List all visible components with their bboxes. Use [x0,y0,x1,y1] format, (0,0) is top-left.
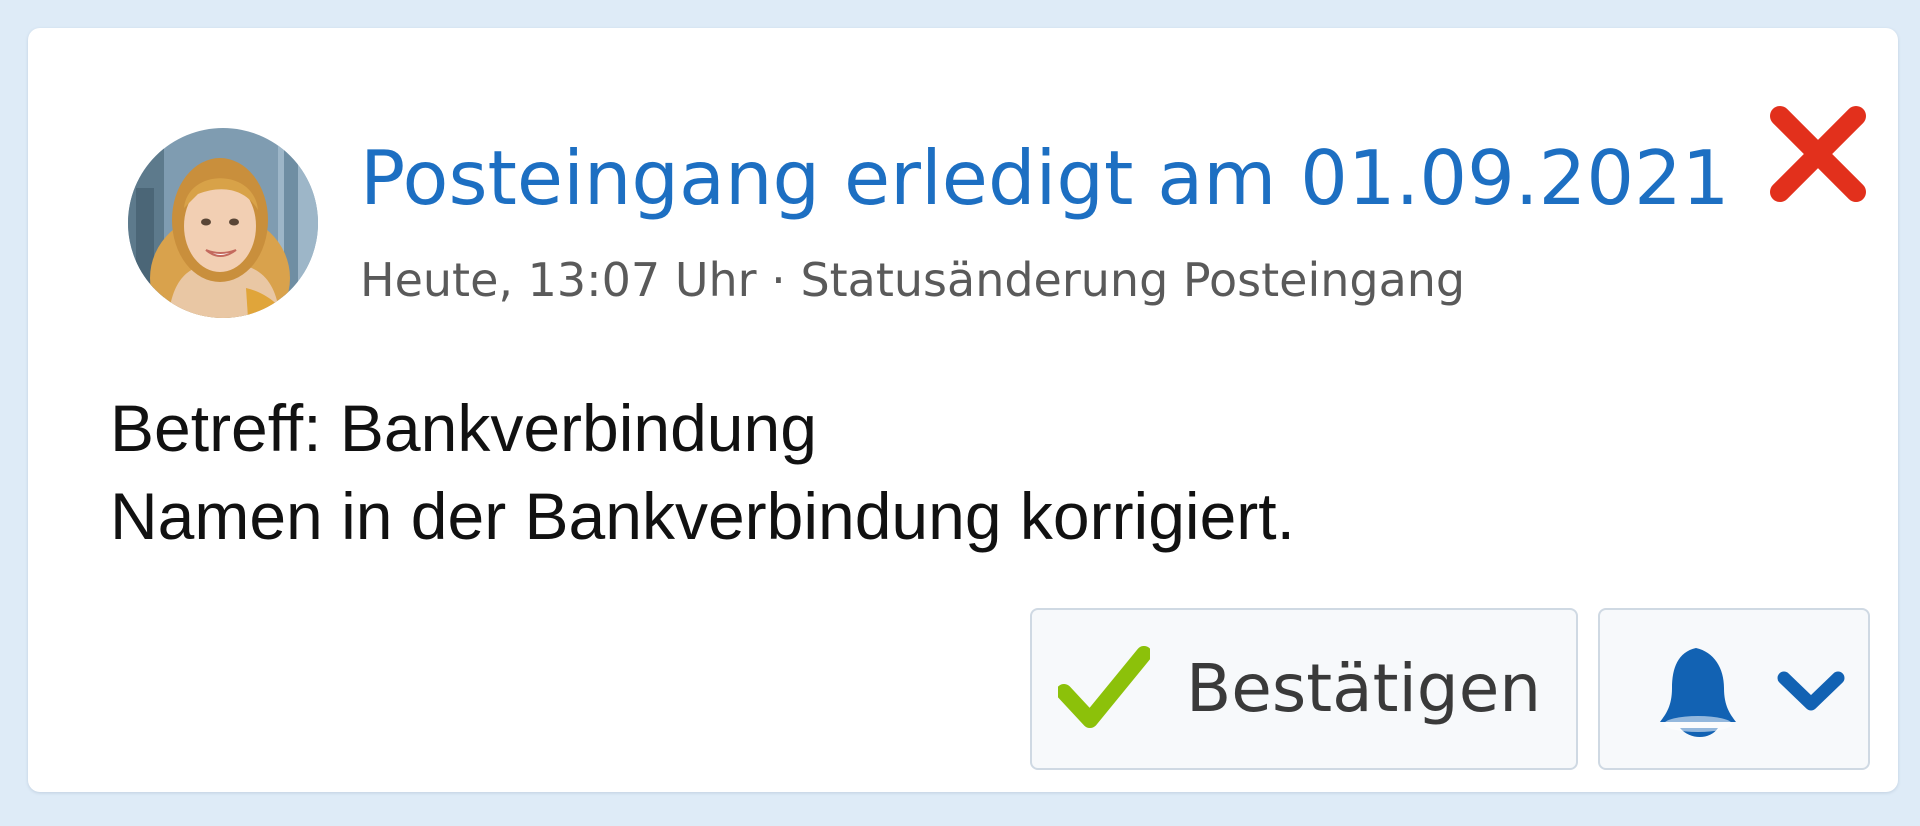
bell-icon [1660,648,1736,737]
body-message: Namen in der Bankverbindung korrigiert. [110,479,1295,553]
notification-title: Posteingang erledigt am 01.09.2021 [360,134,1730,222]
chevron-down-icon [1777,671,1845,711]
notification-body: Betreff: Bankverbindung Namen in der Ban… [110,384,1295,560]
meta-separator: · [756,253,801,307]
notification-card: Posteingang erledigt am 01.09.2021 Heute… [28,28,1898,792]
notification-timestamp: Heute, 13:07 Uhr [360,253,757,307]
body-subject: Betreff: Bankverbindung [110,391,817,465]
confirm-label: Bestätigen [1186,650,1542,727]
notify-menu-button[interactable] [1598,608,1870,770]
notification-category: Statusänderung Posteingang [800,253,1466,307]
avatar-image [128,128,318,318]
confirm-button[interactable]: Bestätigen [1030,608,1578,770]
notification-meta: Heute, 13:07 Uhr · Statusänderung Postei… [360,248,1465,312]
checkmark-icon [1058,646,1150,728]
avatar [128,128,318,318]
close-button[interactable] [1768,104,1868,204]
close-icon [1770,106,1866,202]
